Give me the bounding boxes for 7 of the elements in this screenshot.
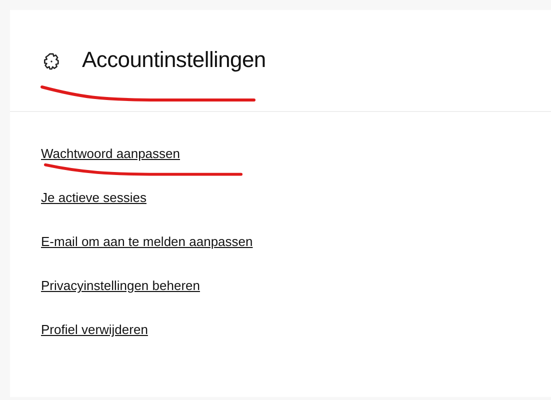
- gear-icon: [42, 52, 61, 71]
- page-title: Accountinstellingen: [82, 46, 266, 72]
- settings-link[interactable]: E-mail om aan te melden aanpassen: [41, 234, 253, 249]
- settings-link[interactable]: Privacyinstellingen beheren: [41, 278, 200, 293]
- settings-link[interactable]: Je actieve sessies: [41, 190, 146, 205]
- settings-link[interactable]: Wachtwoord aanpassen: [41, 146, 180, 161]
- settings-link[interactable]: Profiel verwijderen: [41, 322, 148, 337]
